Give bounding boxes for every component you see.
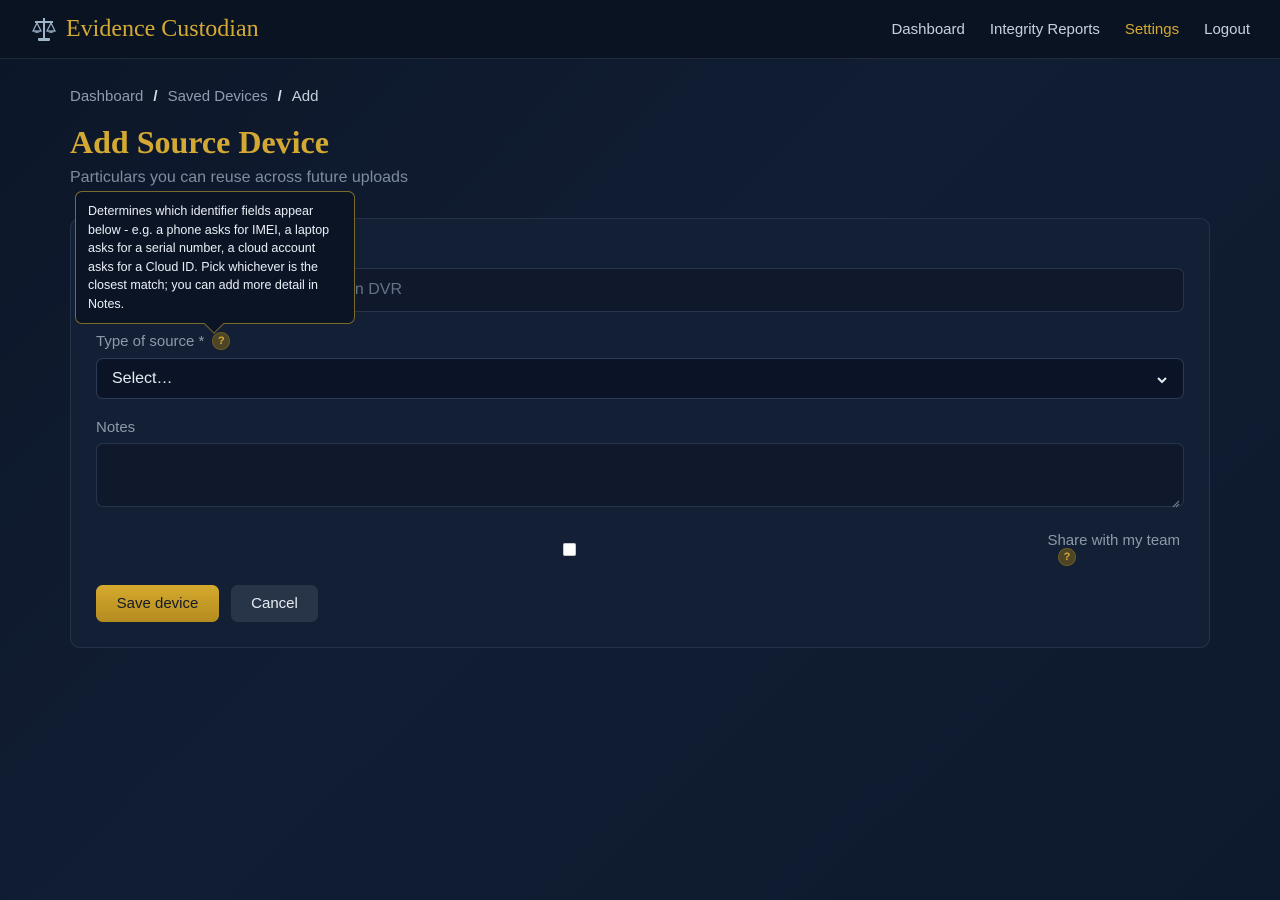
- share-with-team-label: Share with my team: [1047, 532, 1180, 549]
- breadcrumb-separator: /: [153, 88, 158, 105]
- breadcrumb-separator: /: [277, 88, 282, 105]
- resize-grip-icon[interactable]: [1172, 495, 1180, 508]
- top-navbar: Evidence Custodian Dashboard Integrity R…: [0, 0, 1280, 59]
- breadcrumb-dashboard[interactable]: Dashboard: [70, 88, 143, 105]
- nav-logout[interactable]: Logout: [1204, 21, 1250, 38]
- brand[interactable]: Evidence Custodian: [30, 15, 259, 43]
- help-icon[interactable]: ?: [1058, 548, 1076, 566]
- source-type-label-text: Type of source *: [96, 332, 205, 350]
- help-icon[interactable]: ?: [212, 332, 231, 350]
- share-with-team-checkbox[interactable]: [563, 543, 576, 556]
- chevron-down-icon: [1156, 373, 1168, 385]
- source-type-label: Type of source * ?: [96, 332, 231, 350]
- source-type-selected: Select…: [112, 369, 173, 387]
- notes-textarea[interactable]: [96, 443, 1184, 508]
- page-title: Add Source Device: [70, 124, 329, 160]
- nav-settings[interactable]: Settings: [1125, 21, 1179, 38]
- breadcrumb-current: Add: [291, 88, 319, 105]
- main-nav: Dashboard Integrity Reports Settings Log…: [891, 21, 1250, 38]
- notes-label: Notes: [96, 419, 135, 436]
- help-tooltip: Determines which identifier fields appea…: [75, 191, 355, 334]
- notes-label-text: Notes: [96, 419, 136, 436]
- tooltip-text: Determines which identifier fields appea…: [88, 204, 330, 311]
- breadcrumb: Dashboard / Saved Devices / Add: [70, 88, 319, 105]
- app-name: Evidence Custodian: [66, 15, 259, 42]
- cancel-button[interactable]: Cancel: [231, 585, 318, 622]
- nav-dashboard[interactable]: Dashboard: [891, 21, 964, 38]
- nav-integrity-reports[interactable]: Integrity Reports: [990, 21, 1100, 38]
- scales-icon: [30, 15, 58, 43]
- page-subtitle: Particulars you can reuse across future …: [70, 169, 408, 186]
- breadcrumb-saved-devices[interactable]: Saved Devices: [168, 88, 268, 105]
- source-type-select[interactable]: Select…: [96, 358, 1184, 399]
- save-device-button[interactable]: Save device: [96, 585, 219, 622]
